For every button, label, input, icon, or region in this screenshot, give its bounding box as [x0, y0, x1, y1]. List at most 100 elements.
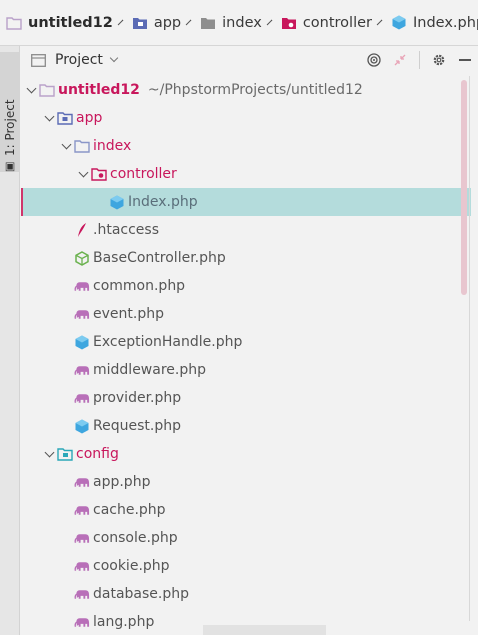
panel-toolbar	[361, 46, 478, 74]
project-folder-icon	[39, 82, 55, 98]
breadcrumb-label: Index.php	[413, 14, 478, 31]
settings-button[interactable]	[426, 48, 452, 72]
folder-icon	[200, 15, 216, 31]
tree-node-controller[interactable]: controller	[21, 160, 471, 188]
breadcrumb-item-file[interactable]: Index.php	[391, 15, 478, 31]
tree-node-index[interactable]: index	[21, 132, 471, 160]
module-folder-icon	[132, 15, 148, 31]
tree-label: app.php	[93, 474, 151, 490]
php-class-icon	[74, 334, 90, 350]
php-elephant-icon	[74, 502, 90, 518]
tree-node-php-file[interactable]: app.php	[21, 468, 471, 496]
tool-window-strip: ▣ 1: Project	[0, 46, 20, 635]
breadcrumb-label: controller	[302, 14, 372, 31]
expand-toggle[interactable]	[41, 111, 57, 121]
project-view-icon	[30, 52, 46, 68]
php-class-icon	[109, 194, 125, 210]
tree-label: database.php	[93, 586, 190, 602]
tree-node-php-file[interactable]: middleware.php	[21, 356, 471, 384]
php-elephant-icon	[74, 530, 90, 546]
tree-label: Request.php	[93, 418, 181, 434]
collapse-icon	[394, 54, 406, 66]
php-class-icon	[391, 15, 407, 31]
hide-panel-button[interactable]	[452, 48, 478, 72]
tree-node-index-php[interactable]: Index.php	[21, 188, 471, 216]
tree-node-basecontroller[interactable]: BaseController.php	[21, 244, 471, 272]
tree-node-app[interactable]: app	[21, 104, 471, 132]
project-tab-icon: ▣	[4, 161, 16, 174]
php-elephant-icon	[74, 390, 90, 406]
tree-label: .htaccess	[93, 222, 159, 238]
breadcrumb-item-index[interactable]: index	[200, 15, 262, 31]
project-tool-window-tab[interactable]: ▣ 1: Project	[0, 52, 20, 174]
expand-toggle[interactable]	[41, 447, 57, 457]
chevron-right-icon	[266, 19, 273, 26]
expand-toggle[interactable]	[75, 167, 91, 177]
config-folder-icon	[57, 446, 73, 462]
chevron-down-icon	[44, 447, 54, 457]
settings-icon	[433, 54, 445, 66]
tree-node-php-file[interactable]: provider.php	[21, 384, 471, 412]
namespace-folder-icon	[91, 166, 107, 182]
vertical-scrollbar-thumb[interactable]	[461, 80, 467, 295]
breadcrumb-item-app[interactable]: app	[132, 15, 181, 31]
chevron-right-icon	[117, 19, 124, 26]
collapse-all-button[interactable]	[387, 48, 413, 72]
project-panel-header: Project	[21, 46, 478, 74]
abstract-class-icon	[74, 250, 90, 266]
tree-label: lang.php	[93, 614, 155, 630]
folder-icon	[74, 138, 90, 154]
expand-toggle[interactable]	[23, 83, 39, 93]
expand-toggle[interactable]	[58, 139, 74, 149]
breadcrumb-label: index	[222, 14, 262, 31]
php-class-icon	[74, 418, 90, 434]
chevron-down-icon	[26, 83, 36, 93]
tree-label: config	[76, 446, 119, 462]
tree-label: console.php	[93, 530, 178, 546]
tree-node-exceptionhandle[interactable]: ExceptionHandle.php	[21, 328, 471, 356]
chevron-right-icon	[185, 19, 192, 26]
tree-node-php-file[interactable]: event.php	[21, 300, 471, 328]
navigation-breadcrumb: untitled12 app index controller Index.ph…	[0, 0, 478, 46]
tree-node-request[interactable]: Request.php	[21, 412, 471, 440]
php-elephant-icon	[74, 586, 90, 602]
tree-label: app	[76, 110, 103, 126]
project-tab-label: 1: Project	[3, 99, 17, 156]
tree-node-php-file[interactable]: database.php	[21, 580, 471, 608]
tree-label: Index.php	[128, 194, 198, 210]
tree-node-php-file[interactable]: common.php	[21, 272, 471, 300]
locate-button[interactable]	[361, 48, 387, 72]
view-dropdown-icon[interactable]	[109, 53, 119, 63]
php-elephant-icon	[74, 558, 90, 574]
tree-label: provider.php	[93, 390, 182, 406]
tree-label: common.php	[93, 278, 186, 294]
tree-label: event.php	[93, 306, 164, 322]
tree-node-htaccess[interactable]: .htaccess	[21, 216, 471, 244]
root-label: untitled12	[58, 82, 140, 98]
php-elephant-icon	[74, 614, 90, 630]
project-folder-icon	[6, 15, 22, 31]
tree-label: index	[93, 138, 132, 154]
horizontal-scrollbar-thumb[interactable]	[203, 625, 326, 635]
tree-label: cache.php	[93, 502, 166, 518]
module-folder-icon	[57, 110, 73, 126]
breadcrumb-item-project[interactable]: untitled12	[6, 15, 113, 31]
tree-node-php-file[interactable]: cookie.php	[21, 552, 471, 580]
php-elephant-icon	[74, 306, 90, 322]
php-elephant-icon	[74, 278, 90, 294]
chevron-right-icon	[376, 19, 383, 26]
tree-node-php-file[interactable]: cache.php	[21, 496, 471, 524]
breadcrumb-label: app	[153, 14, 182, 31]
chevron-down-icon	[78, 167, 88, 177]
tree-label: middleware.php	[93, 362, 206, 378]
namespace-folder-icon	[281, 15, 297, 31]
tree-node-root[interactable]: untitled12 ~/PhpstormProjects/untitled12	[21, 76, 471, 104]
tree-label: controller	[110, 166, 177, 182]
panel-title: Project	[55, 52, 103, 68]
tree-label: cookie.php	[93, 558, 170, 574]
feather-icon	[74, 222, 90, 238]
locate-icon	[367, 53, 381, 67]
tree-node-config[interactable]: config	[21, 440, 471, 468]
tree-node-php-file[interactable]: console.php	[21, 524, 471, 552]
breadcrumb-item-controller[interactable]: controller	[281, 15, 372, 31]
